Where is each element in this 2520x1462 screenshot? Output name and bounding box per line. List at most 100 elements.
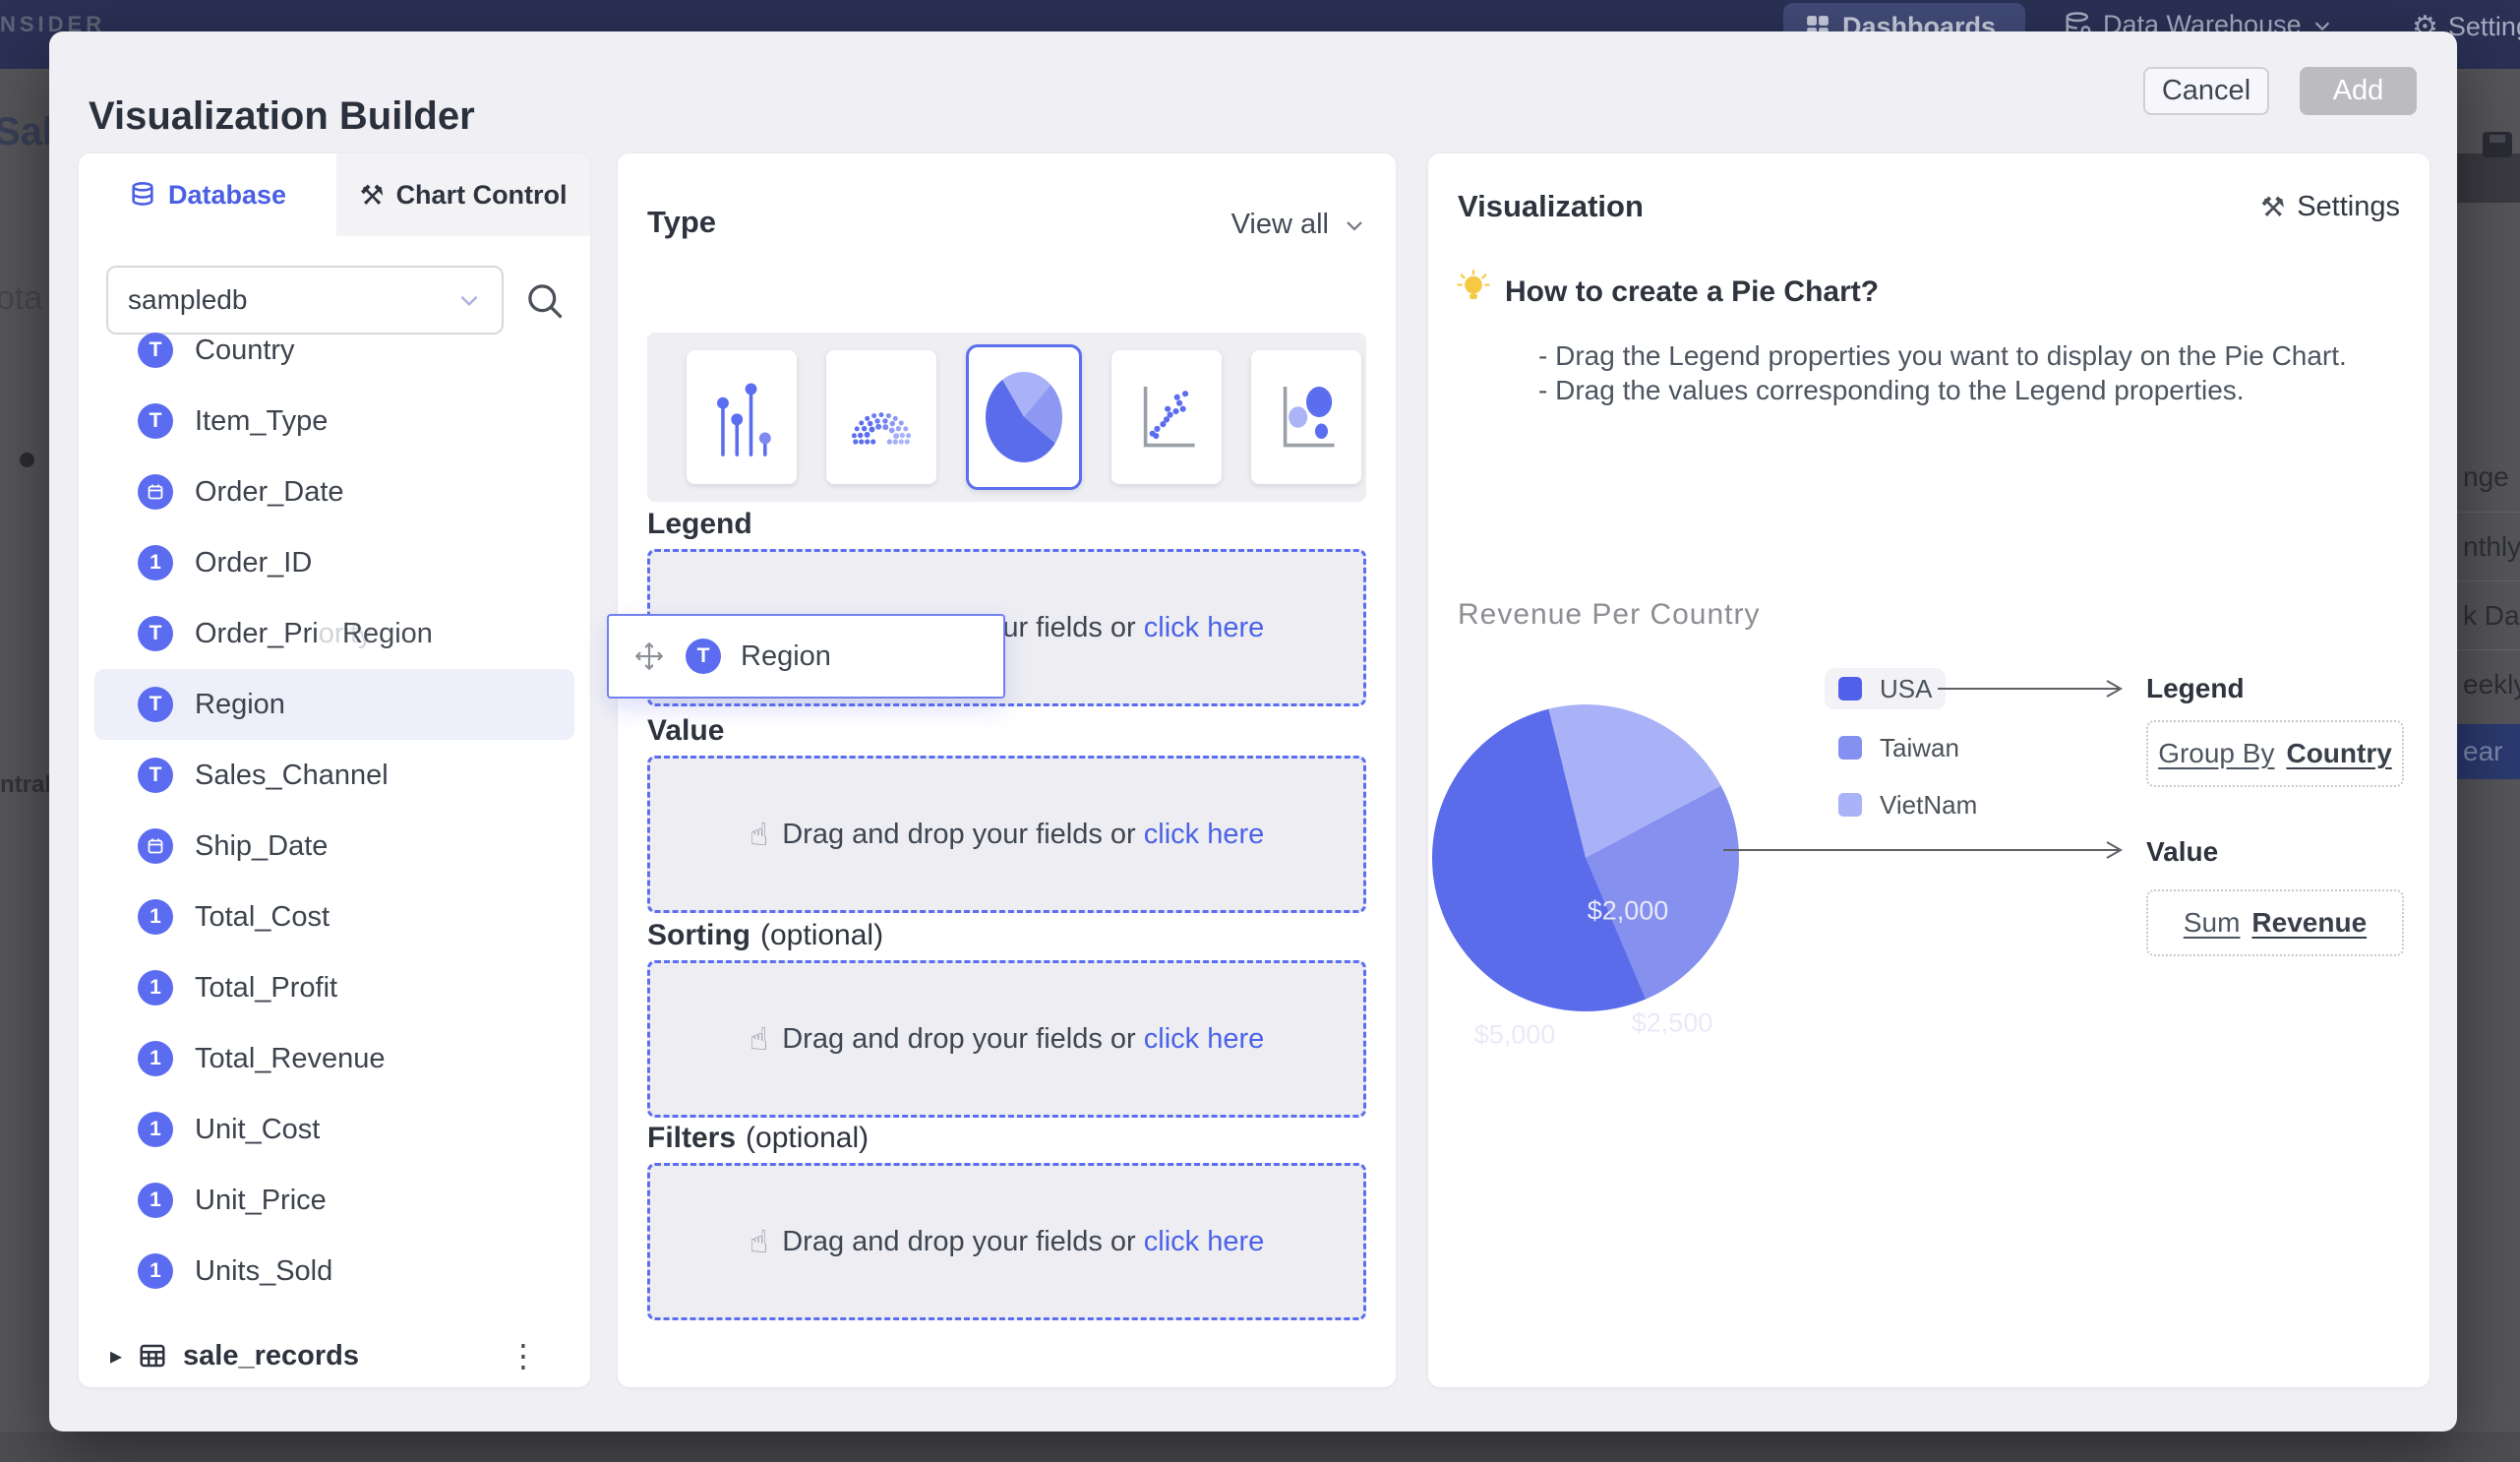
chart-type-dot-arch[interactable] — [826, 350, 936, 484]
sorting-dropzone[interactable]: ☝ Drag and drop your fields or click her… — [647, 960, 1366, 1118]
legend-label: Taiwan — [1880, 733, 1959, 763]
table-icon — [138, 1341, 167, 1371]
field-row[interactable]: 1 Unit_Price — [79, 1165, 590, 1236]
legend-item-taiwan[interactable]: Taiwan — [1825, 727, 1973, 768]
field-row[interactable]: 1 Unit_Cost — [79, 1094, 590, 1165]
view-all-dropdown[interactable]: View all — [1231, 209, 1366, 241]
field-name: Unit_Cost — [195, 1114, 320, 1146]
filters-section-label: Filters(optional) — [647, 1122, 869, 1155]
chart-type-lollipop[interactable] — [687, 350, 797, 484]
background-menu-item[interactable]: nthly — [2457, 512, 2520, 580]
chart-type-pie-selected[interactable] — [966, 344, 1082, 490]
tap-icon: ☝ — [750, 816, 768, 853]
pie-slice-value-usa: $5,000 — [1474, 1020, 1556, 1051]
field-row[interactable]: 1 Units_Sold — [79, 1236, 590, 1307]
pie-slice-value-taiwan: $2,500 — [1632, 1008, 1713, 1039]
table-tree-item[interactable]: ▸ sale_records ⋮ — [79, 1320, 590, 1387]
tap-icon: ☝ — [750, 1223, 768, 1260]
background-bullet-dot — [20, 453, 34, 467]
table-name: sale_records — [183, 1340, 359, 1372]
field-row[interactable]: 1 Total_Cost — [79, 882, 590, 952]
pie-slice-value-vietnam: $2,000 — [1588, 896, 1669, 927]
legend-item-usa[interactable]: USA — [1825, 668, 1946, 709]
field-name: Region — [195, 689, 285, 721]
pie-chart-icon — [986, 372, 1062, 462]
background-menu-item-selected[interactable]: ear — [2457, 724, 2520, 779]
type-section-label: Type — [647, 205, 716, 240]
text-field-icon: T — [138, 403, 173, 439]
chart-type-bubble[interactable] — [1251, 350, 1361, 484]
field-name: Order_Date — [195, 476, 344, 509]
datasource-select-value: sampledb — [128, 284, 456, 316]
chart-title: Revenue Per Country — [1458, 598, 1761, 632]
field-name: Units_Sold — [195, 1255, 332, 1288]
field-row[interactable]: T Sales_Channel — [79, 740, 590, 811]
number-field-icon: 1 — [138, 1112, 173, 1147]
field-name: Unit_Price — [195, 1185, 327, 1217]
kebab-menu-icon[interactable]: ⋮ — [508, 1337, 539, 1374]
field-name: Item_Type — [195, 405, 328, 438]
database-icon — [129, 181, 156, 209]
field-row[interactable]: 1 Total_Revenue — [79, 1023, 590, 1094]
click-here-link[interactable]: click here — [1144, 612, 1265, 643]
field-row[interactable]: 1 Total_Profit — [79, 952, 590, 1023]
text-field-icon: T — [686, 639, 721, 674]
annotation-value-label: Value — [2146, 836, 2218, 868]
tap-icon: ☝ — [750, 1020, 768, 1058]
annotation-arrow-legend — [1938, 678, 2130, 700]
field-row[interactable]: T Country — [79, 315, 590, 386]
field-row[interactable]: 1 Order_ID — [79, 527, 590, 598]
tab-database-label: Database — [168, 180, 286, 211]
drag-ghost-field-name: Region — [741, 640, 831, 673]
field-row[interactable]: Ship_Date — [79, 811, 590, 882]
background-below-modal — [0, 1432, 2520, 1462]
drag-ghost: T Region — [607, 614, 1005, 699]
view-all-label: View all — [1231, 209, 1329, 241]
field-row[interactable]: Order_Date — [79, 457, 590, 527]
filters-dropzone[interactable]: ☝ Drag and drop your fields or click her… — [647, 1163, 1366, 1320]
annotation-value-mapping[interactable]: Sum Revenue — [2146, 889, 2404, 956]
click-here-link[interactable]: click here — [1144, 819, 1265, 850]
expand-caret-icon[interactable]: ▸ — [110, 1342, 122, 1371]
number-field-icon: 1 — [138, 970, 173, 1005]
tab-chart-control[interactable]: ⚒ Chart Control — [336, 153, 590, 236]
background-panel-fragment — [2457, 153, 2520, 203]
modal-title: Visualization Builder — [89, 94, 475, 139]
annotation-legend-mapping[interactable]: Group By Country — [2146, 720, 2404, 787]
legend-item-vietnam[interactable]: VietNam — [1825, 784, 1991, 825]
add-button[interactable]: Add — [2300, 67, 2417, 115]
click-here-link[interactable]: click here — [1144, 1023, 1265, 1055]
legend-section-label: Legend — [647, 508, 752, 541]
number-field-icon: 1 — [138, 545, 173, 580]
value-dropzone[interactable]: ☝ Drag and drop your fields or click her… — [647, 756, 1366, 913]
background-menu-item[interactable]: k Date — [2457, 580, 2520, 649]
tab-database[interactable]: Database — [79, 153, 336, 236]
background-menu-item[interactable]: eekly — [2457, 649, 2520, 718]
number-field-icon: 1 — [138, 1253, 173, 1289]
field-row-order-priority[interactable]: T Order_Priority Region — [79, 598, 590, 669]
field-name: Order_ID — [195, 547, 312, 579]
move-icon — [632, 640, 666, 673]
field-name: Sales_Channel — [195, 760, 389, 792]
text-field-icon: T — [138, 687, 173, 722]
cancel-button[interactable]: Cancel — [2143, 67, 2269, 115]
click-here-link[interactable]: click here — [1144, 1226, 1265, 1257]
chart-type-scatter[interactable] — [1111, 350, 1222, 484]
legend-swatch-icon — [1838, 736, 1862, 760]
nav-label-settings: Settings — [2448, 12, 2520, 42]
lightbulb-icon — [1456, 270, 1491, 309]
number-field-icon: 1 — [138, 899, 173, 935]
field-list: T Country T Item_Type Order_Date — [79, 315, 590, 1307]
field-row[interactable]: T Item_Type — [79, 386, 590, 457]
date-field-icon — [138, 828, 173, 864]
visualization-builder-screen: NSIDER Dashboards Data Warehouse ⚙ Setti… — [0, 0, 2520, 1462]
field-name: Total_Profit — [195, 972, 337, 1005]
background-menu-item[interactable]: nge — [2457, 443, 2520, 512]
date-field-icon — [138, 474, 173, 510]
background-page-heading-fragment: Sal — [0, 110, 53, 154]
chevron-down-icon — [456, 287, 482, 313]
chart-config-panel: Type View all — [618, 153, 1396, 1387]
field-row-selected[interactable]: T Region — [94, 669, 574, 740]
settings-button[interactable]: ⚒ Settings — [2260, 191, 2400, 223]
howto-step: - Drag the values corresponding to the L… — [1538, 375, 2245, 406]
